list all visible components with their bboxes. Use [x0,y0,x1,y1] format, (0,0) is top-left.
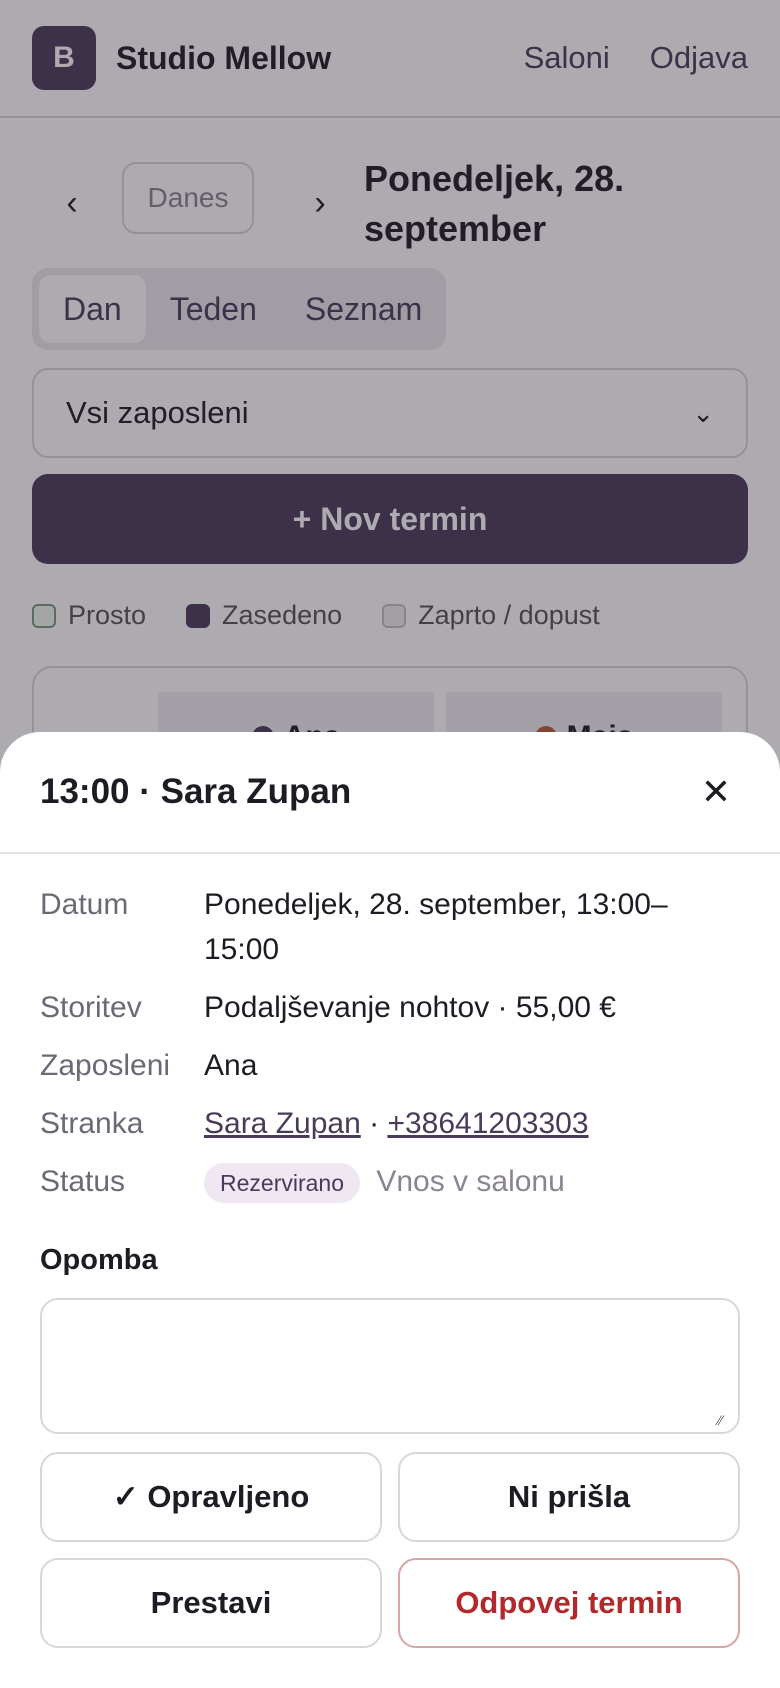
status-value: Rezervirano Vnos v salonu [204,1159,565,1204]
status-badge: Rezervirano [204,1163,360,1204]
status-label: Status [40,1165,126,1198]
note-textarea[interactable] [40,1298,740,1434]
client-value: Sara Zupan · +38641203303 [204,1101,589,1146]
client-separator: · [360,1107,388,1140]
cancel-appointment-button[interactable]: Odpovej termin [398,1558,740,1648]
detail-row-client: Stranka Sara Zupan · +38641203303 [40,1101,740,1146]
resize-grip-icon[interactable]: ⁄⁄ [718,1412,734,1428]
detail-row-service: Storitev Podaljševanje nohtov · 55,00 € [40,985,740,1030]
client-phone-link[interactable]: +38641203303 [387,1107,588,1140]
appointment-actions: ✓ Opravljeno Ni prišla Prestavi Odpovej … [40,1452,740,1648]
date-value: Ponedeljek, 28. september, 13:00–15:00 [204,888,668,966]
close-icon[interactable]: ✕ [692,768,740,816]
service-label: Storitev [40,991,142,1024]
staff-value: Ana [204,1049,258,1082]
no-show-button[interactable]: Ni prišla [398,1452,740,1542]
mark-done-button[interactable]: ✓ Opravljeno [40,1452,382,1542]
detail-row-staff: Zaposleni Ana [40,1043,740,1088]
client-label: Stranka [40,1107,144,1140]
service-value: Podaljševanje nohtov · 55,00 € [204,991,616,1024]
appointment-title: 13:00 · Sara Zupan [40,772,352,811]
note-label: Opomba [40,1244,158,1276]
reschedule-button[interactable]: Prestavi [40,1558,382,1648]
client-name-link[interactable]: Sara Zupan [204,1107,361,1140]
sheet-header: 13:00 · Sara Zupan ✕ [0,732,780,854]
date-label: Datum [40,888,129,921]
detail-row-date: Datum Ponedeljek, 28. september, 13:00–1… [40,882,740,972]
appointment-detail-sheet: 13:00 · Sara Zupan ✕ Datum Ponedeljek, 2… [0,732,780,1688]
appointment-details: Datum Ponedeljek, 28. september, 13:00–1… [40,882,740,1217]
staff-label: Zaposleni [40,1049,171,1082]
detail-row-status: Status Rezervirano Vnos v salonu [40,1159,740,1204]
booking-source: Vnos v salonu [376,1165,565,1198]
